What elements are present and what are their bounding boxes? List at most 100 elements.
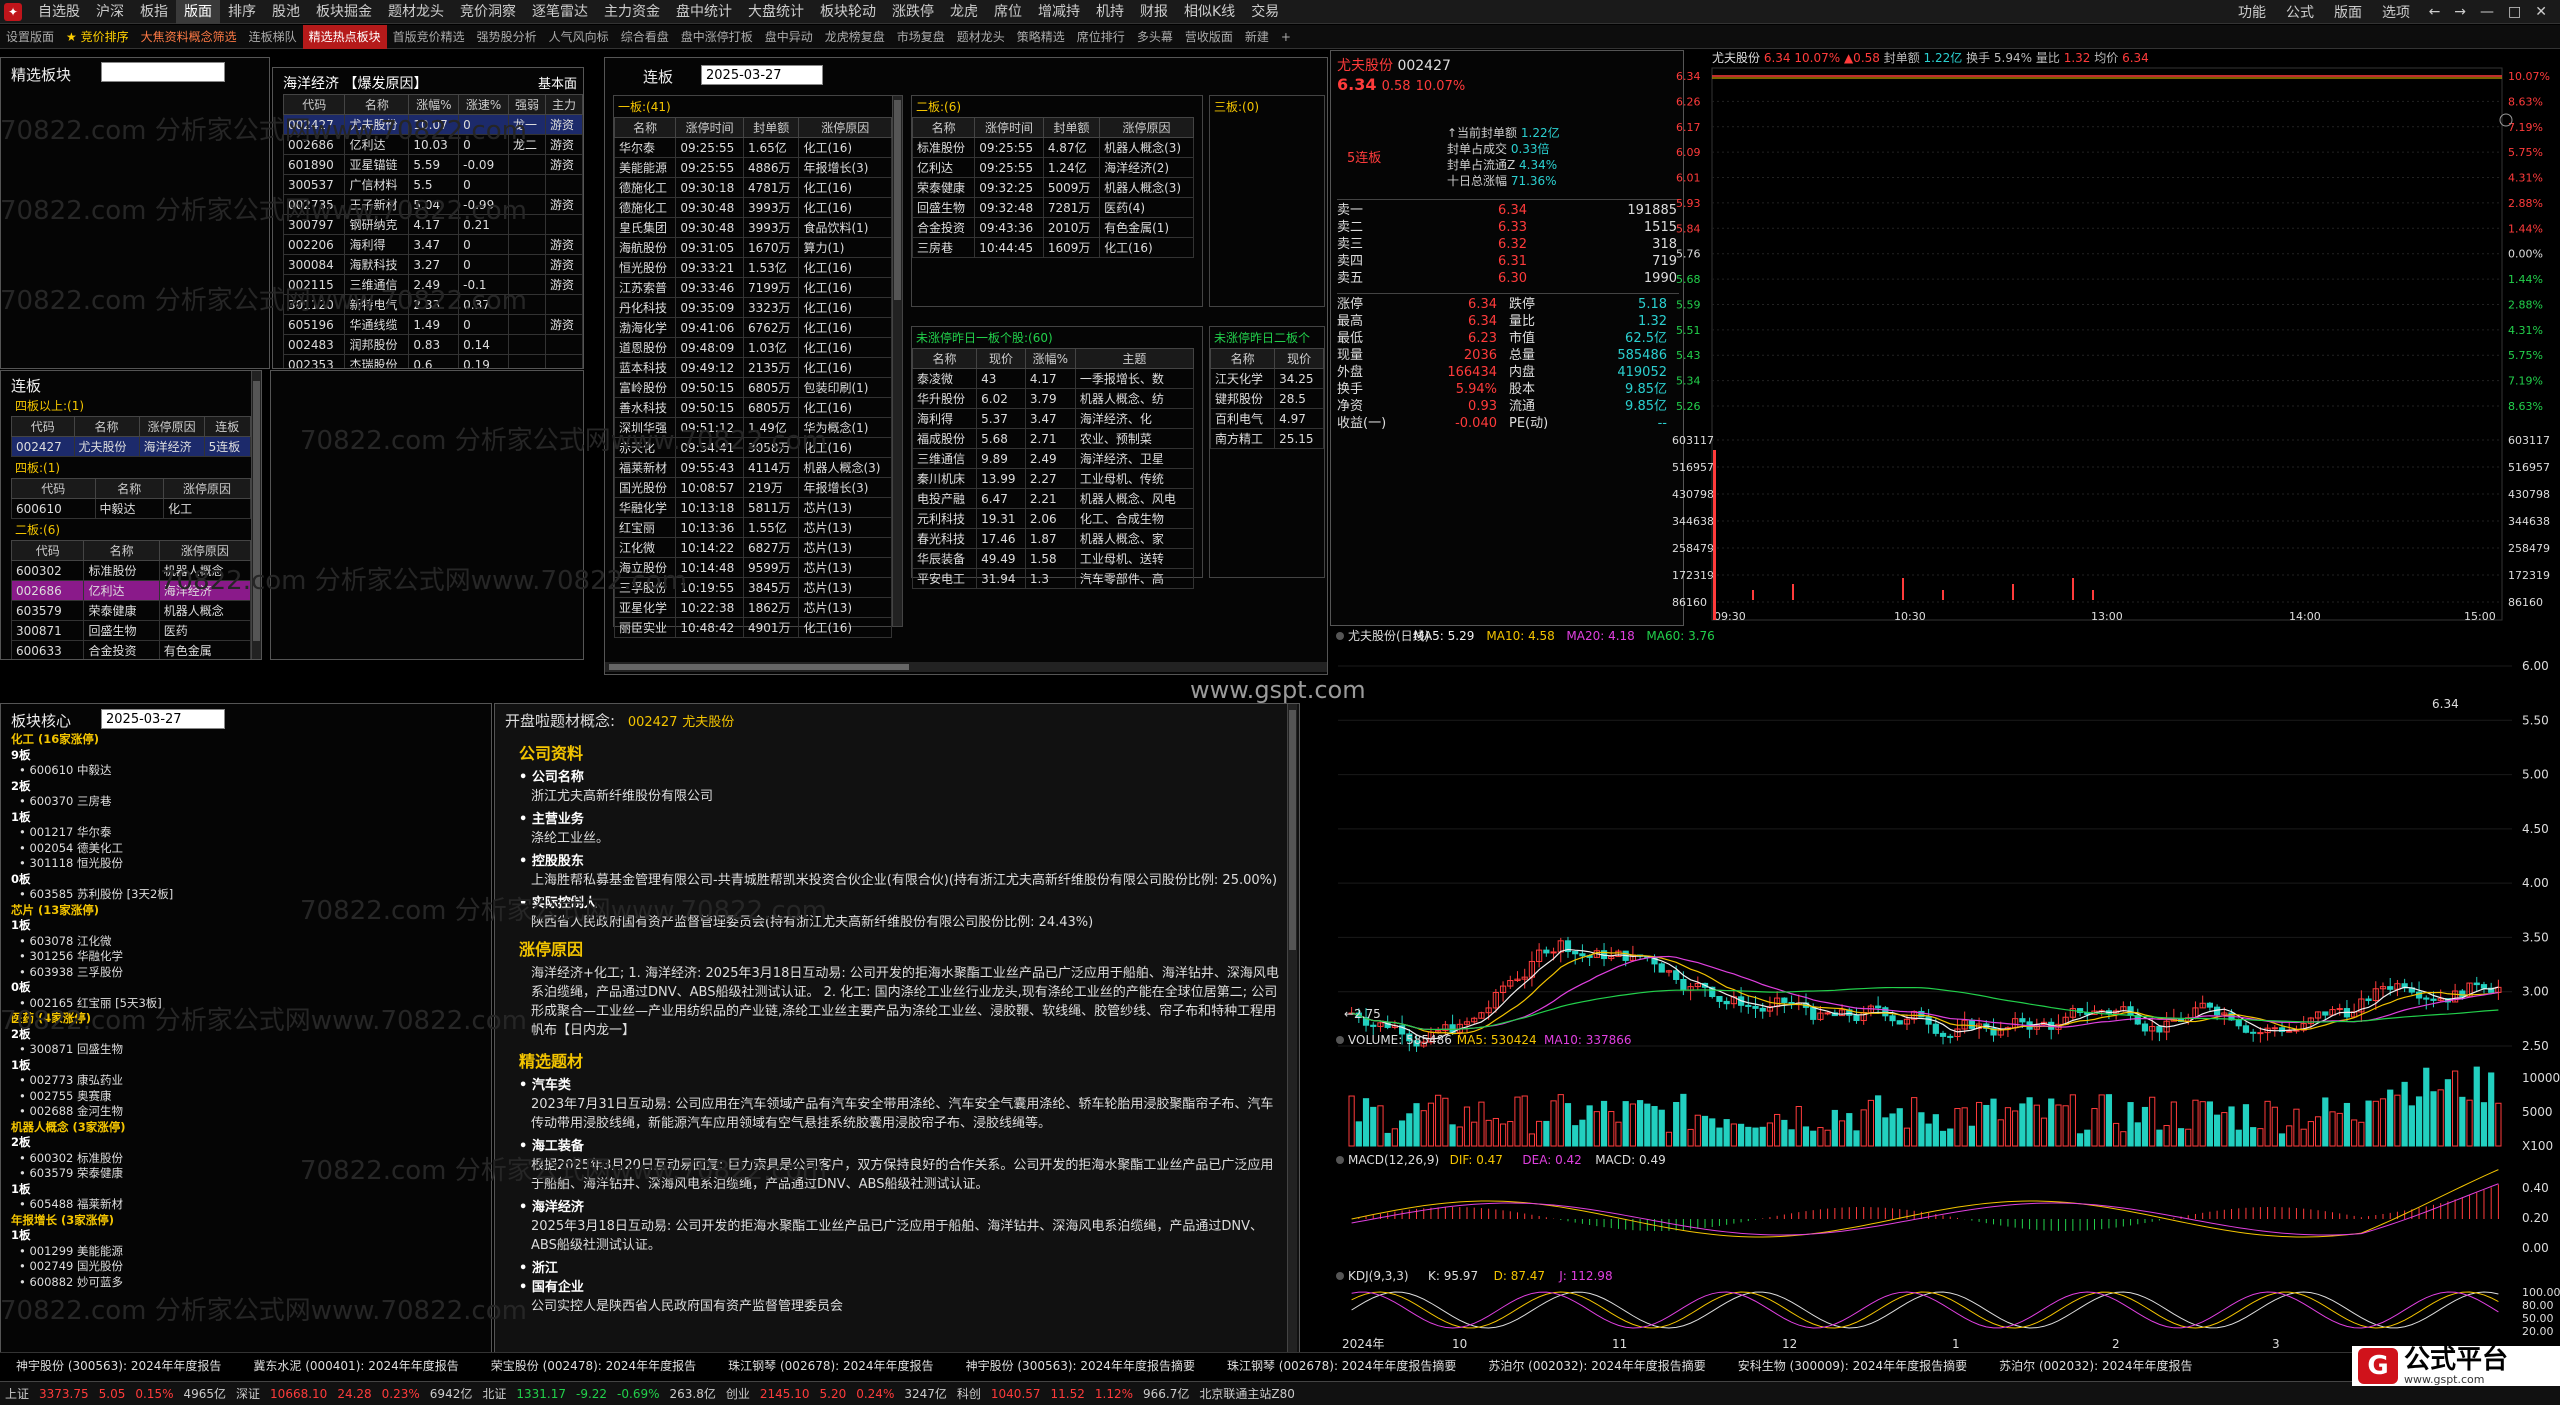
- tab-15[interactable]: 席位排行: [1071, 25, 1131, 49]
- right-menu-item-3[interactable]: 选项: [2372, 2, 2420, 22]
- tree-it[interactable]: • 301256 华融化学: [11, 949, 481, 965]
- ladder-header-1[interactable]: 名称: [73, 416, 140, 437]
- menu-item-15[interactable]: 龙虎: [942, 0, 986, 24]
- not-limit-one-row[interactable]: 秦川机床 13.99 2.27 工业母机、传统: [911, 468, 1195, 489]
- sector-stock-row[interactable]: 601890 亚星锚链 5.59 -0.09 游资: [282, 154, 583, 175]
- ladder-row[interactable]: 600302 标准股份 机器人概念: [10, 560, 252, 581]
- sector-stock-header-2[interactable]: 涨幅%: [408, 94, 460, 115]
- not-limit-two-row[interactable]: 键邦股份 28.5: [1209, 388, 1324, 409]
- two-board-header-2[interactable]: 封单额: [1042, 117, 1101, 138]
- menu-item-4[interactable]: 排序: [220, 0, 264, 24]
- one-board-row[interactable]: 皇氏集团 09:30:48 3993万 食品饮料(1): [613, 217, 892, 238]
- not-limit-one-row[interactable]: 华升股份 6.02 3.79 机器人概念、纺: [911, 388, 1195, 409]
- ticker-item[interactable]: 安科生物 (300009): 2024年年度报告摘要: [1722, 1357, 1983, 1374]
- not-limit-one-row[interactable]: 海利得 5.37 3.47 海洋经济、化: [911, 408, 1195, 429]
- ladder-row[interactable]: 300871 回盛生物 医药: [10, 620, 252, 641]
- ladder-row[interactable]: 603579 荣泰健康 机器人概念: [10, 600, 252, 621]
- two-board-header-0[interactable]: 名称: [911, 117, 976, 138]
- vertical-scrollbar[interactable]: [1287, 704, 1297, 1352]
- ticker-item[interactable]: 苏泊尔 (002032): 2024年年度报告: [1983, 1357, 2208, 1374]
- one-board-row[interactable]: 国光股份 10:08:57 219万 年报增长(3): [613, 477, 892, 498]
- ladder-header-3[interactable]: 连板: [203, 416, 252, 437]
- vertical-scrollbar[interactable]: [251, 371, 261, 659]
- app-logo-icon[interactable]: ✦: [4, 3, 22, 21]
- tab-0[interactable]: 设置版面: [0, 25, 60, 49]
- right-menu-item-1[interactable]: 公式: [2276, 2, 2324, 22]
- ladder-row[interactable]: 002427 尤夫股份 海洋经济 5连板: [11, 436, 252, 457]
- tree-it[interactable]: • 001299 美能能源: [11, 1244, 481, 1260]
- one-board-row[interactable]: 深圳华强 09:51:12 1.49亿 华为概念(1): [613, 417, 892, 438]
- one-board-row[interactable]: 蓝本科技 09:49:12 2135万 化工(16): [613, 357, 892, 378]
- one-board-row[interactable]: 福莱新材 09:55:43 4114万 机器人概念(3): [613, 457, 892, 478]
- one-board-row[interactable]: 华尔泰 09:25:55 1.65亿 化工(16): [613, 137, 892, 158]
- one-board-row[interactable]: 赤天化 09:54:41 3058万 化工(16): [613, 437, 892, 458]
- two-board-row[interactable]: 合金投资 09:43:36 2010万 有色金属(1): [911, 217, 1194, 238]
- tab-19[interactable]: +: [1275, 25, 1297, 49]
- ladder-row[interactable]: 600610 中毅达 化工: [11, 498, 251, 519]
- one-board-row[interactable]: 道恩股份 09:48:09 1.03亿 化工(16): [613, 337, 892, 358]
- tab-8[interactable]: 综合看盘: [615, 25, 675, 49]
- menu-item-2[interactable]: 板指: [132, 0, 176, 24]
- tab-16[interactable]: 多头幕: [1131, 25, 1179, 49]
- not-limit-one-header-1[interactable]: 现价: [976, 348, 1026, 369]
- one-board-row[interactable]: 富岭股份 09:50:15 6805万 包装印刷(1): [613, 377, 892, 398]
- sector-stock-row[interactable]: 605196 华通线缆 1.49 0 游资: [282, 314, 583, 335]
- menu-item-8[interactable]: 竞价洞察: [452, 0, 524, 24]
- sector-stock-row[interactable]: 002206 海利得 3.47 0 游资: [282, 234, 583, 255]
- ticker-item[interactable]: 神宇股份 (300563): 2024年年度报告摘要: [950, 1357, 1211, 1374]
- menu-item-18[interactable]: 机持: [1088, 0, 1132, 24]
- sector-stock-header-3[interactable]: 涨速%: [458, 94, 509, 115]
- tree-it[interactable]: • 603585 苏利股份 [3天2板]: [11, 887, 481, 903]
- tree-it[interactable]: • 002749 国光股份: [11, 1259, 481, 1275]
- one-board-row[interactable]: 恒光股份 09:33:21 1.53亿 化工(16): [613, 257, 892, 278]
- not-limit-one-row[interactable]: 元利科技 19.31 2.06 化工、合成生物: [911, 508, 1195, 529]
- kline-chart[interactable]: 尤夫股份(日线)MA5: 5.29 MA10: 4.58 MA20: 4.18 MA6…: [1332, 626, 2560, 1352]
- menu-item-20[interactable]: 相似K线: [1176, 0, 1243, 24]
- tab-6[interactable]: 强势股分析: [471, 25, 543, 49]
- tab-17[interactable]: 营收版面: [1179, 25, 1239, 49]
- right-menu-item-2[interactable]: 版面: [2324, 2, 2372, 22]
- tree-it[interactable]: • 002165 红宝丽 [5天3板]: [11, 996, 481, 1012]
- menu-item-19[interactable]: 财报: [1132, 0, 1176, 24]
- tree-it[interactable]: • 301118 恒光股份: [11, 856, 481, 872]
- menu-item-5[interactable]: 股池: [264, 0, 308, 24]
- one-board-header-0[interactable]: 名称: [613, 117, 677, 138]
- one-board-row[interactable]: 三孚股份 10:19:55 3845万 芯片(13): [613, 577, 892, 598]
- sector-core-date-input[interactable]: 2025-03-27: [101, 709, 225, 729]
- one-board-row[interactable]: 德施化工 09:30:48 3993万 化工(16): [613, 197, 892, 218]
- sector-stock-row[interactable]: 002686 亿利达 10.03 0 龙二 游资: [282, 134, 583, 155]
- horizontal-scrollbar[interactable]: [605, 662, 1327, 672]
- sector-stock-row[interactable]: 002735 王子新材 5.04 -0.99 游资: [282, 194, 583, 215]
- limit-board-date-input[interactable]: 2025-03-27: [701, 65, 823, 85]
- not-limit-one-row[interactable]: 春光科技 17.46 1.87 机器人概念、家: [911, 528, 1195, 549]
- two-board-row[interactable]: 荣泰健康 09:32:25 5009万 机器人概念(3): [911, 177, 1194, 198]
- not-limit-one-header-0[interactable]: 名称: [911, 348, 978, 369]
- ladder-header-0[interactable]: 代码: [11, 478, 96, 499]
- tab-1[interactable]: ★ 竞价排序: [60, 25, 135, 49]
- tree-it[interactable]: • 600882 妙可蓝多: [11, 1275, 481, 1291]
- ladder-header-1[interactable]: 名称: [83, 540, 160, 561]
- tab-3[interactable]: 连板梯队: [243, 25, 303, 49]
- one-board-row[interactable]: 红宝丽 10:13:36 1.55亿 芯片(13): [613, 517, 892, 538]
- not-limit-two-row[interactable]: 江天化学 34.25: [1209, 368, 1324, 389]
- not-limit-one-row[interactable]: 福成股份 5.68 2.71 农业、预制菜: [911, 428, 1195, 449]
- sector-stock-row[interactable]: 002483 润邦股份 0.83 0.14: [282, 334, 583, 355]
- one-board-row[interactable]: 亚星化学 10:22:38 1862万 芯片(13): [613, 597, 892, 618]
- sector-stock-header-5[interactable]: 主力: [544, 94, 583, 115]
- one-board-row[interactable]: 美能能源 09:25:55 4886万 年报增长(3): [613, 157, 892, 178]
- vertical-scrollbar[interactable]: [892, 96, 902, 626]
- sector-stock-row[interactable]: 300084 海默科技 3.27 0 游资: [282, 254, 583, 275]
- one-board-row[interactable]: 丹化科技 09:35:09 3323万 化工(16): [613, 297, 892, 318]
- tab-2[interactable]: 大焦资料概念筛选: [135, 25, 243, 49]
- tree-it[interactable]: • 002688 金河生物: [11, 1104, 481, 1120]
- menu-item-9[interactable]: 逐笔雷达: [524, 0, 596, 24]
- two-board-header-3[interactable]: 涨停原因: [1099, 117, 1194, 138]
- not-limit-two-row[interactable]: 南方精工 25.15: [1209, 428, 1324, 449]
- not-limit-two-header-0[interactable]: 名称: [1209, 348, 1276, 369]
- tree-it[interactable]: • 600370 三房巷: [11, 794, 481, 810]
- ticker-item[interactable]: 荣宝股份 (002478): 2024年年度报告: [475, 1357, 712, 1374]
- tab-12[interactable]: 市场复盘: [891, 25, 951, 49]
- ladder-header-2[interactable]: 涨停原因: [138, 416, 205, 437]
- two-board-row[interactable]: 亿利达 09:25:55 1.24亿 海洋经济(2): [911, 157, 1194, 178]
- tree-it[interactable]: • 603938 三孚股份: [11, 965, 481, 981]
